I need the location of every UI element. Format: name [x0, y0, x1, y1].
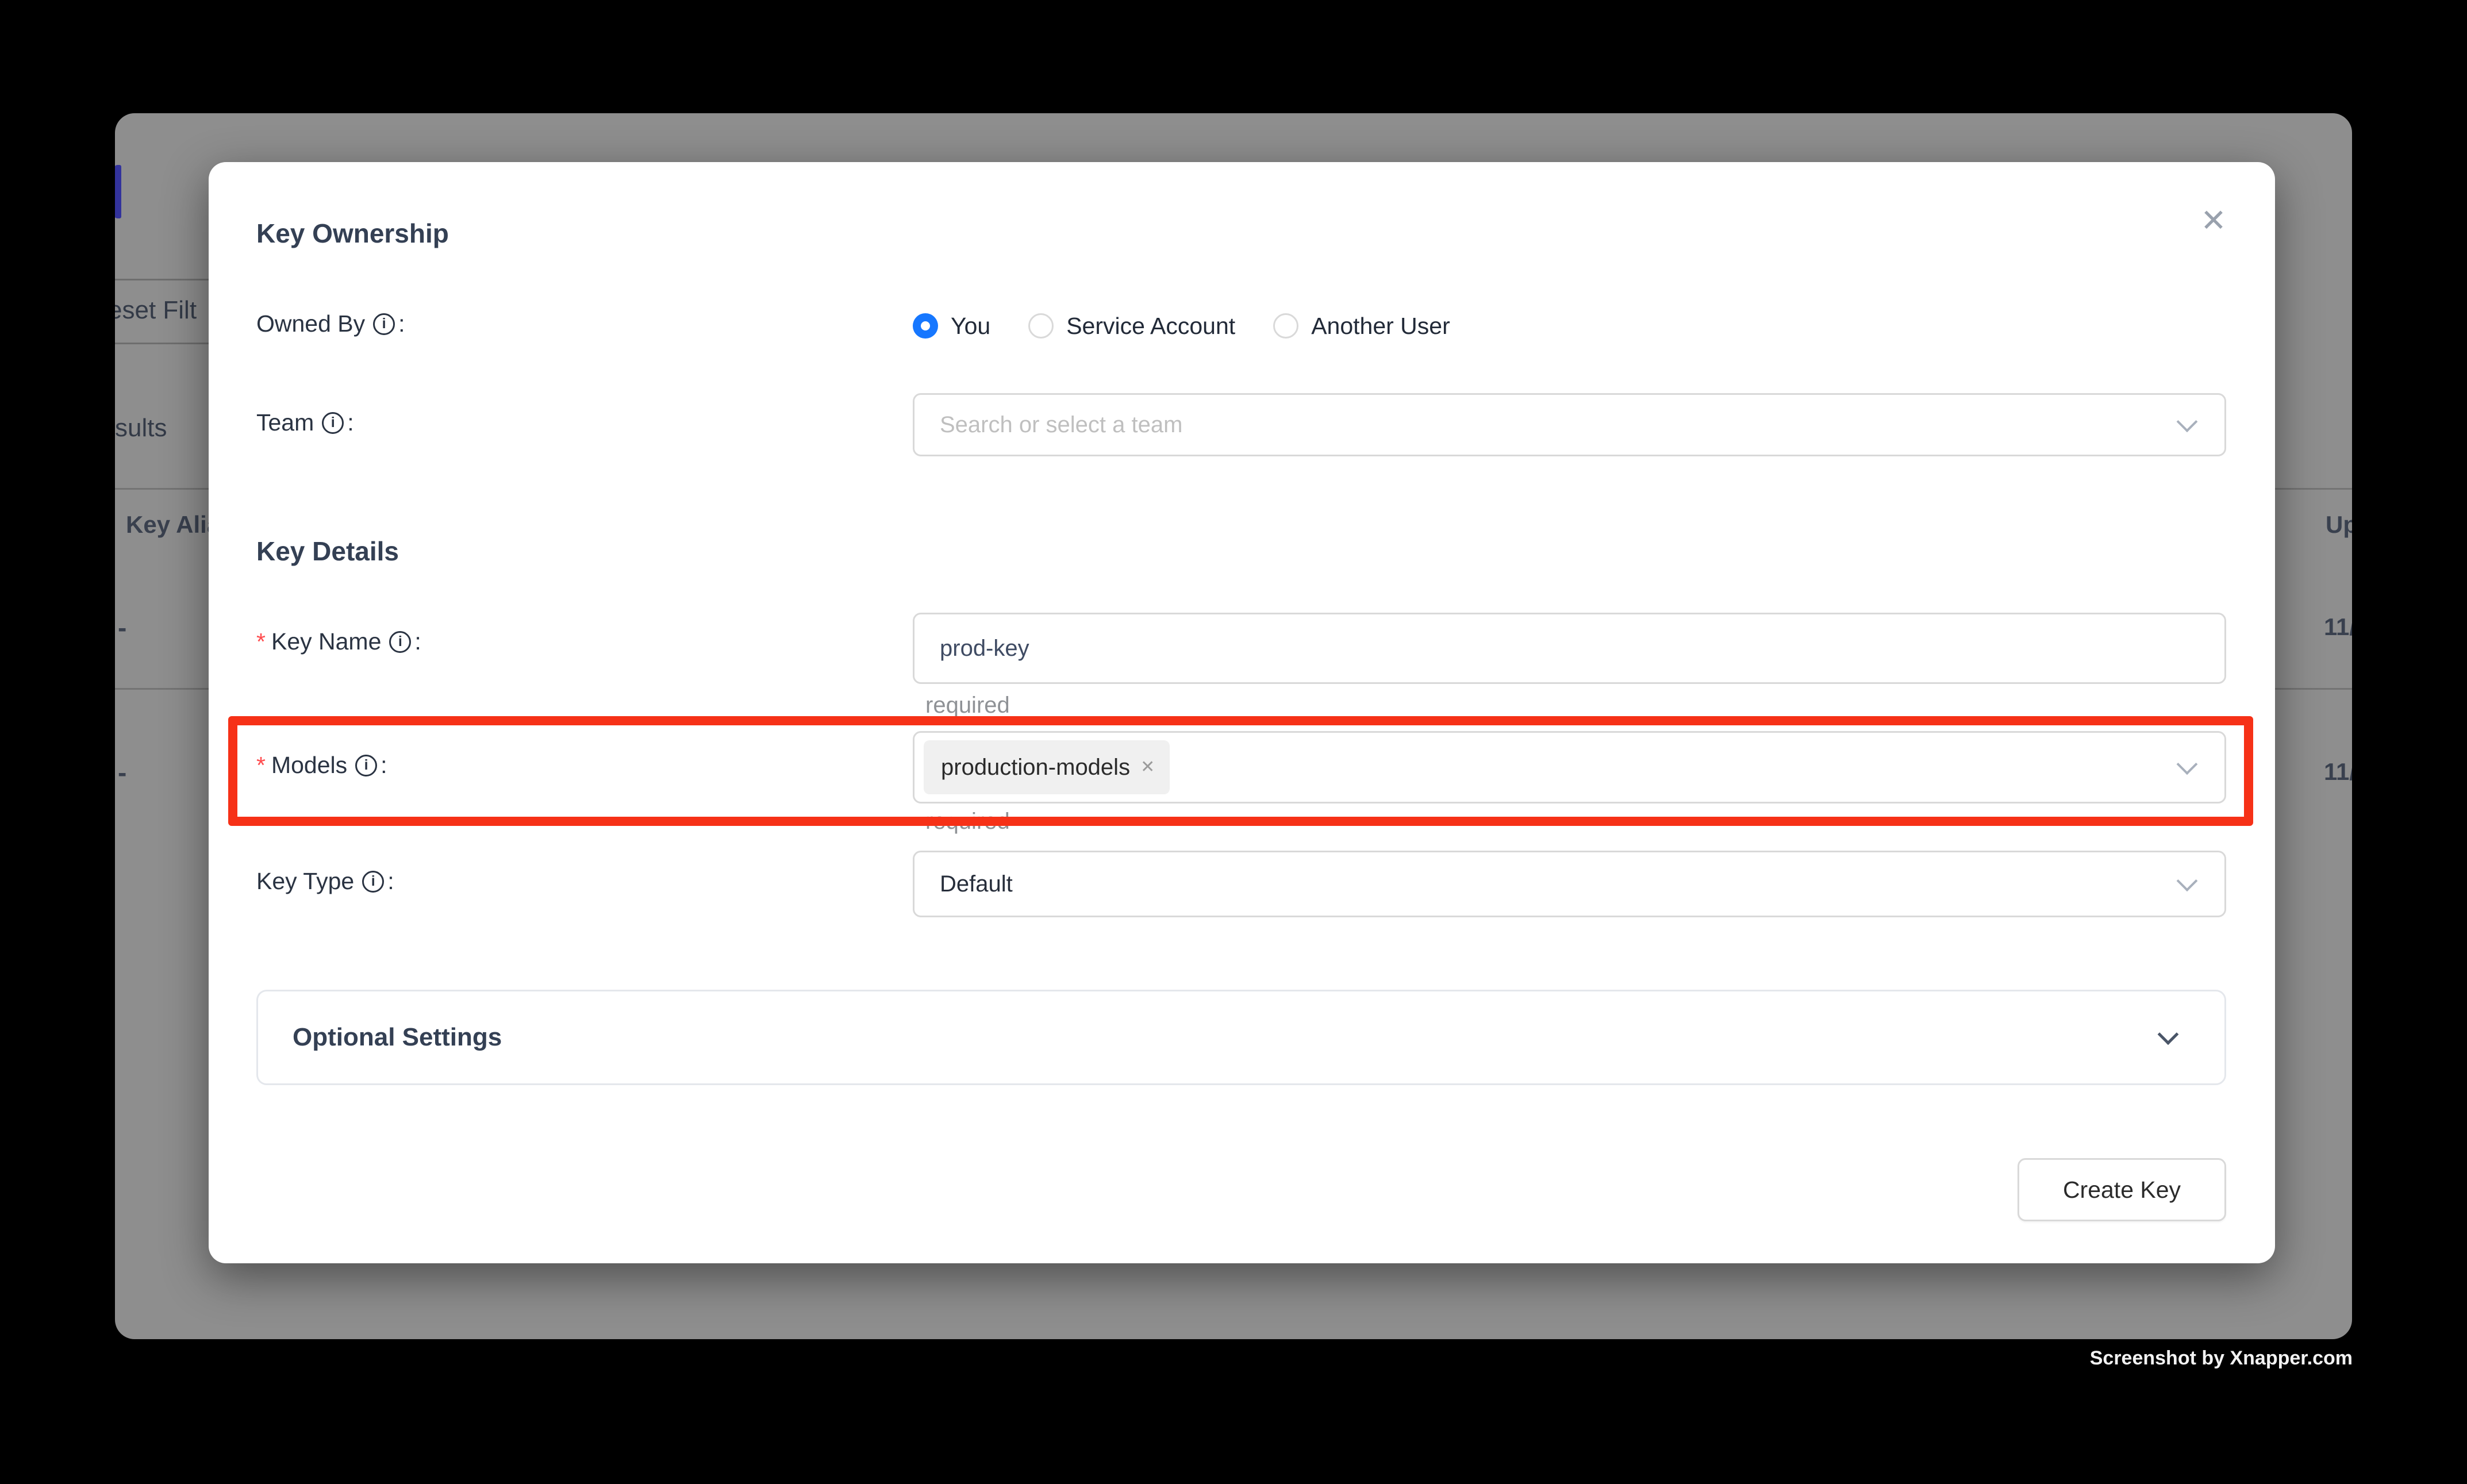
owned-by-label: Owned By: [256, 310, 405, 337]
radio-unselected-icon: [1273, 313, 1298, 339]
key-name-input[interactable]: [913, 613, 2226, 684]
key-type-label: Key Type: [256, 868, 394, 895]
team-select[interactable]: Search or select a team: [913, 393, 2226, 456]
team-select-placeholder: Search or select a team: [940, 412, 1182, 438]
column-header-key-alias: Key Alia: [126, 511, 220, 539]
section-title-key-details: Key Details: [256, 536, 399, 567]
owned-by-radio-group: You Service Account Another User: [913, 309, 1450, 343]
key-type-value: Default: [940, 871, 1013, 897]
info-icon[interactable]: [322, 412, 344, 434]
key-name-required-hint: required: [925, 693, 1010, 718]
info-icon[interactable]: [362, 871, 384, 893]
radio-owned-by-you[interactable]: You: [913, 313, 990, 340]
chevron-down-icon: [2177, 870, 2198, 891]
radio-unselected-icon: [1028, 313, 1054, 339]
reset-filters-button-top-border: [115, 279, 209, 280]
results-count-partial: sults: [115, 414, 167, 443]
reset-filters-button-partial: eset Filt: [115, 296, 197, 325]
watermark-text: Screenshot by Xnapper.com: [2090, 1347, 2353, 1370]
partial-primary-button: [115, 165, 121, 218]
optional-settings-panel[interactable]: Optional Settings: [256, 990, 2226, 1085]
table-row-alias: -: [118, 757, 126, 788]
optional-settings-title: Optional Settings: [293, 1023, 502, 1052]
chevron-down-icon: [2177, 411, 2198, 432]
table-row-alias: -: [118, 612, 126, 643]
reset-filters-button-bottom-border: [115, 343, 209, 344]
create-key-button[interactable]: Create Key: [2018, 1158, 2226, 1221]
key-name-label: Key Name: [256, 628, 421, 655]
table-row-updated: 11/: [2324, 758, 2352, 786]
section-title-key-ownership: Key Ownership: [256, 218, 449, 249]
team-label: Team: [256, 409, 354, 436]
radio-selected-icon: [913, 313, 938, 339]
info-icon[interactable]: [389, 631, 411, 653]
info-icon[interactable]: [373, 313, 395, 335]
radio-owned-by-another-user[interactable]: Another User: [1273, 313, 1450, 340]
column-header-updated: Up: [2326, 511, 2352, 539]
table-row-updated: 11/: [2324, 613, 2352, 641]
chevron-down-icon: [2158, 1024, 2179, 1045]
close-icon[interactable]: ✕: [2193, 200, 2234, 240]
radio-owned-by-service-account[interactable]: Service Account: [1028, 313, 1235, 340]
create-key-modal: Key Ownership ✕ Owned By You Service Acc…: [209, 162, 2275, 1263]
annotation-highlight-box: [228, 716, 2253, 826]
key-type-select[interactable]: Default: [913, 851, 2226, 917]
